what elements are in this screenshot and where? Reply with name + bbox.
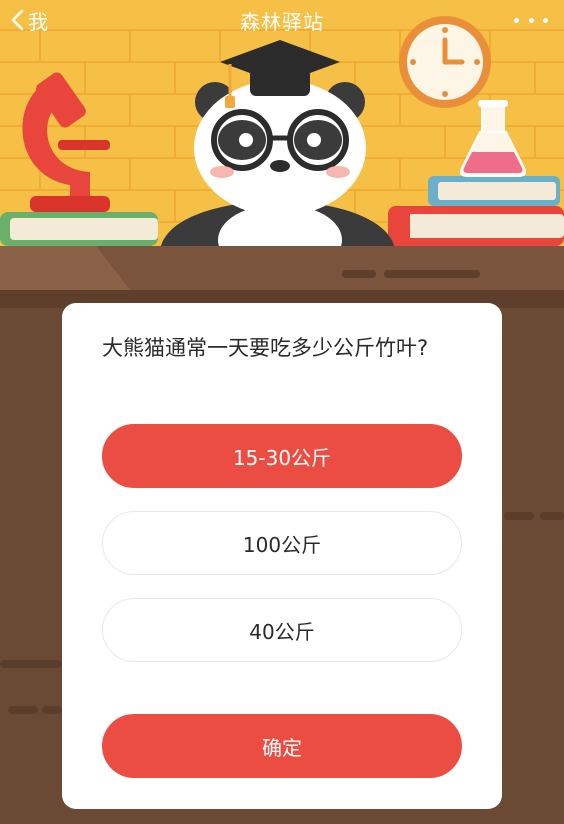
option-label: 15-30公斤 <box>232 445 332 470</box>
option-label: 40公斤 <box>249 619 315 644</box>
page-title: 森林驿站 <box>240 9 324 34</box>
confirm-button[interactable]: 确定 <box>102 714 462 778</box>
back-label: 我 <box>28 9 48 34</box>
option-2-button[interactable]: 100公斤 <box>102 511 462 575</box>
question-text: 大熊猫通常一天要吃多少公斤竹叶? <box>102 336 429 360</box>
books-left-icon <box>0 212 158 246</box>
chevron-left-icon <box>11 9 24 31</box>
option-3-button[interactable]: 40公斤 <box>102 598 462 662</box>
option-1-button[interactable]: 15-30公斤 <box>102 424 462 488</box>
option-label: 100公斤 <box>242 532 322 557</box>
more-dot-icon <box>514 17 519 23</box>
more-dot-icon <box>528 17 534 23</box>
back-button[interactable]: 我 <box>10 4 48 36</box>
top-bar: 我 森林驿站 <box>0 0 564 40</box>
quiz-card: 大熊猫通常一天要吃多少公斤竹叶? 15-30公斤 100公斤 40公斤 确定 <box>62 303 502 809</box>
more-dot-icon <box>543 17 548 23</box>
more-options-button[interactable] <box>514 6 548 34</box>
confirm-label: 确定 <box>262 735 302 760</box>
